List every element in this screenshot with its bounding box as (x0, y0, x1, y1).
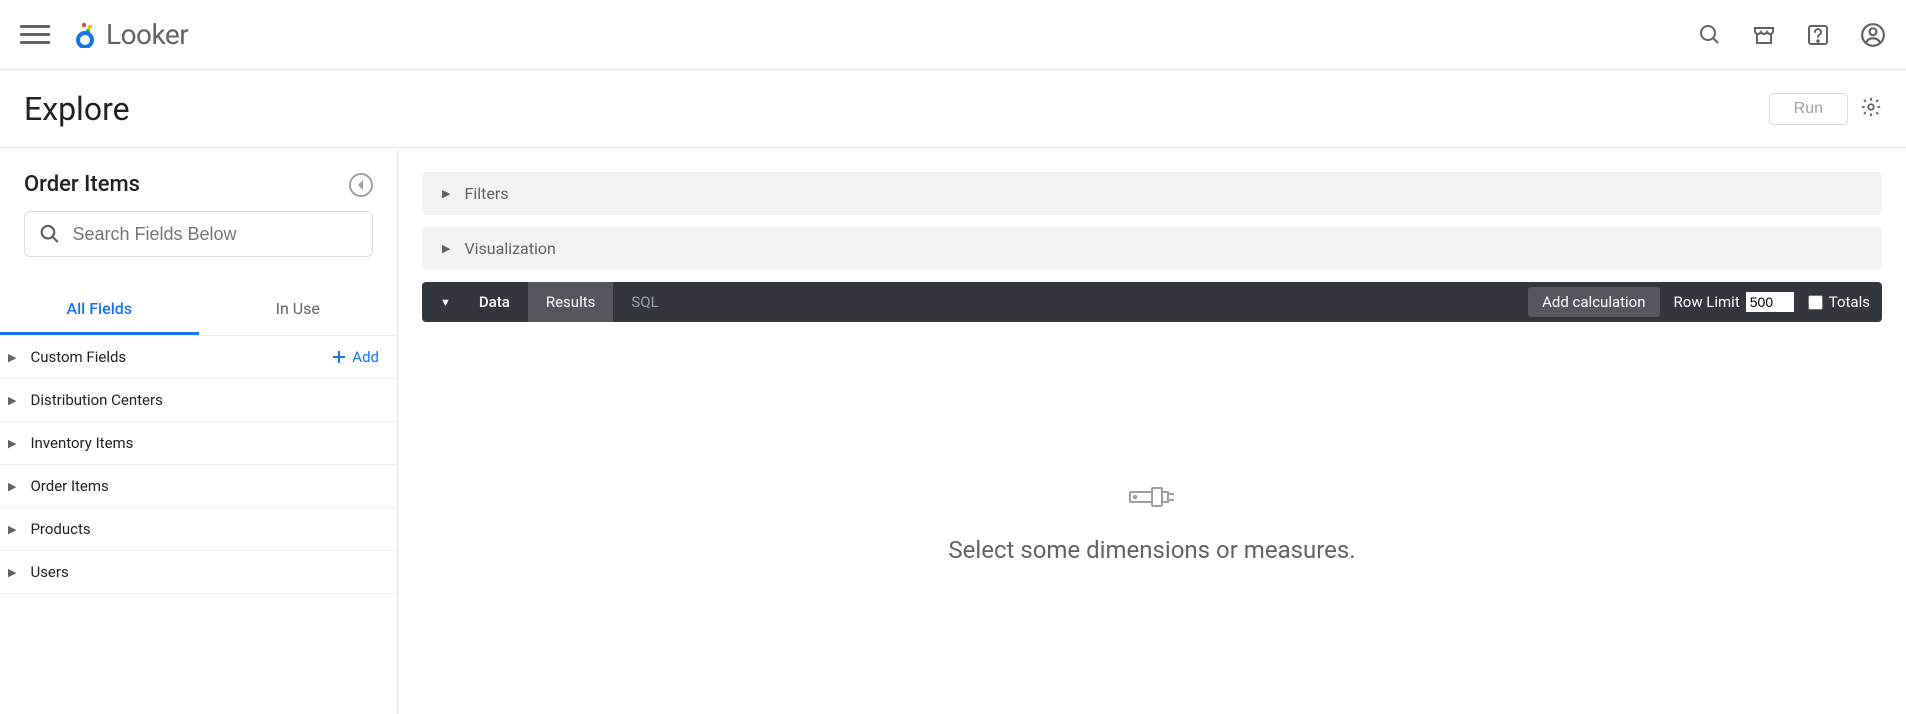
panel-title: Visualization (464, 239, 555, 258)
app-bar: Looker (0, 0, 1906, 70)
field-group-label: Distribution Centers (30, 391, 162, 409)
caret-right-icon: ▶ (8, 523, 16, 536)
field-group-label: Order Items (30, 477, 108, 495)
field-group-label: Inventory Items (30, 434, 133, 452)
search-icon[interactable] (1698, 23, 1722, 47)
field-group-label: Users (30, 563, 68, 581)
totals-label: Totals (1829, 293, 1870, 311)
page-title: Explore (24, 90, 130, 128)
explore-bar: Explore Run (0, 70, 1906, 148)
field-group-inventory-items[interactable]: ▶ Inventory Items (0, 422, 397, 465)
help-icon[interactable] (1806, 23, 1830, 47)
caret-right-icon: ▶ (8, 351, 16, 364)
caret-right-icon: ▶ (8, 480, 16, 493)
row-limit-input[interactable] (1746, 292, 1794, 312)
panel-title: Filters (464, 184, 508, 203)
data-bar: ▼ Data Results SQL Add calculation Row L… (422, 282, 1882, 322)
row-limit-label: Row Limit (1674, 293, 1740, 311)
search-fields-input-wrap[interactable] (24, 211, 373, 257)
empty-state: Select some dimensions or measures. (422, 322, 1882, 564)
empty-message: Select some dimensions or measures. (948, 536, 1355, 564)
run-button[interactable]: Run (1769, 93, 1848, 125)
flashlight-icon (1128, 482, 1176, 512)
looker-logo[interactable]: Looker (74, 18, 188, 51)
main-menu-icon[interactable] (20, 20, 50, 50)
field-group-list: ▶ Custom Fields Add ▶ Distribution Centers… (0, 336, 397, 594)
caret-down-icon[interactable]: ▼ (440, 296, 451, 309)
explore-name: Order Items (24, 172, 140, 197)
tab-data[interactable]: Data (461, 282, 528, 322)
field-group-distribution-centers[interactable]: ▶ Distribution Centers (0, 379, 397, 422)
app-name: Looker (106, 18, 188, 51)
add-calculation-button[interactable]: Add calculation (1528, 287, 1659, 317)
tab-sql[interactable]: SQL (613, 282, 676, 322)
field-group-label: Products (30, 520, 90, 538)
totals-toggle[interactable]: Totals (1808, 293, 1870, 311)
caret-right-icon: ▶ (8, 437, 16, 450)
logo-icon (74, 22, 100, 48)
marketplace-icon[interactable] (1752, 23, 1776, 47)
totals-checkbox[interactable] (1808, 295, 1823, 310)
search-fields-input[interactable] (72, 224, 358, 245)
gear-icon[interactable] (1860, 96, 1882, 122)
add-label: Add (352, 348, 379, 366)
field-group-label: Custom Fields (30, 348, 126, 366)
field-group-custom-fields[interactable]: ▶ Custom Fields Add (0, 336, 397, 379)
field-picker: Order Items All Fields In Use ▶ Custom Fi… (0, 148, 398, 714)
caret-right-icon: ▶ (8, 566, 16, 579)
tab-in-use[interactable]: In Use (199, 285, 398, 335)
field-group-products[interactable]: ▶ Products (0, 508, 397, 551)
filters-panel[interactable]: ▶ Filters (422, 172, 1882, 215)
caret-right-icon: ▶ (8, 394, 16, 407)
row-limit: Row Limit (1674, 292, 1794, 312)
add-custom-field-link[interactable]: Add (332, 348, 379, 366)
top-actions (1698, 22, 1886, 48)
search-icon (39, 222, 60, 246)
caret-right-icon: ▶ (442, 187, 450, 200)
field-tabs: All Fields In Use (0, 285, 397, 336)
field-group-order-items[interactable]: ▶ Order Items (0, 465, 397, 508)
account-icon[interactable] (1860, 22, 1886, 48)
caret-right-icon: ▶ (442, 242, 450, 255)
field-group-users[interactable]: ▶ Users (0, 551, 397, 594)
plus-icon (332, 350, 346, 364)
collapse-sidebar-icon[interactable] (349, 173, 373, 197)
tab-all-fields[interactable]: All Fields (0, 285, 199, 335)
tab-results[interactable]: Results (528, 282, 614, 322)
main-pane: ▶ Filters ▶ Visualization ▼ Data Results… (398, 148, 1906, 714)
visualization-panel[interactable]: ▶ Visualization (422, 227, 1882, 270)
body: Order Items All Fields In Use ▶ Custom Fi… (0, 148, 1906, 714)
